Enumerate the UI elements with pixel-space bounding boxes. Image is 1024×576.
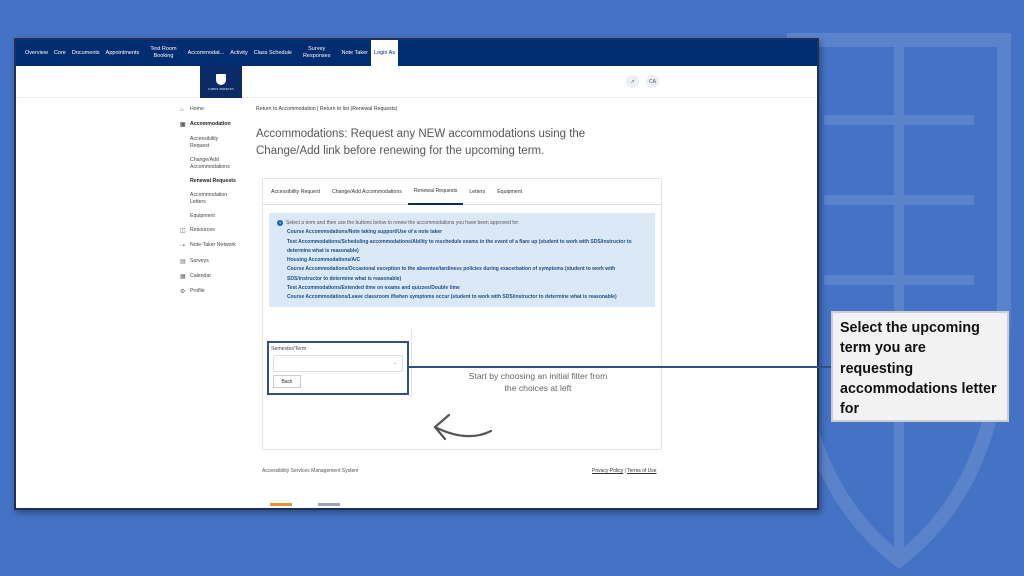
footer-links: Privacy Policy | Terms of Use bbox=[592, 468, 657, 474]
tab-bar: Accessibility Request Change/Add Accommo… bbox=[263, 179, 661, 205]
privacy-policy-link[interactable]: Privacy Policy bbox=[592, 468, 623, 474]
nav-class-schedule[interactable]: Class Schedule bbox=[251, 40, 295, 66]
browser-window: Overview Core Documents Appointments Tes… bbox=[14, 38, 819, 510]
breadcrumb[interactable]: Return to Accommodation | Return to list… bbox=[256, 106, 666, 112]
nav-documents[interactable]: Documents bbox=[69, 40, 103, 66]
renewal-card: Accessibility Request Change/Add Accommo… bbox=[262, 178, 662, 450]
callout-connector-line bbox=[407, 366, 831, 368]
network-icon: ⇢ bbox=[180, 243, 186, 250]
sidebar-item-accessibility-request[interactable]: Accessibility Request bbox=[180, 136, 260, 150]
semester-filter-highlight: Semester/Term ⌄ Back bbox=[267, 341, 409, 395]
info-lead-text: Select a term and then use the buttons b… bbox=[286, 220, 520, 226]
sidebar-label: Note-Taker Network bbox=[190, 242, 236, 249]
accommodation-item: Housing Accommodations/A/C bbox=[287, 257, 361, 263]
sidebar-label: Calendar bbox=[190, 272, 212, 279]
sidebar-label: Resources bbox=[190, 227, 215, 234]
chevron-down-icon: ⌄ bbox=[392, 360, 397, 366]
page-title: Accommodations: Request any NEW accommod… bbox=[256, 128, 586, 157]
sidebar-label: Change/Add Accommodations bbox=[190, 157, 230, 171]
calendar-icon: ▦ bbox=[180, 273, 186, 280]
nav-overview[interactable]: Overview bbox=[22, 40, 51, 66]
info-alert: i Select a term and then use the buttons … bbox=[269, 213, 655, 308]
accommodation-icon: ▣ bbox=[180, 122, 186, 129]
sidebar-item-accommodation[interactable]: ▣ Accommodation bbox=[180, 121, 260, 129]
nav-accommodation[interactable]: Accommodat... bbox=[185, 40, 228, 66]
filter-divider bbox=[411, 329, 412, 397]
taskbar-mark bbox=[318, 503, 340, 506]
hand-drawn-arrow-icon bbox=[433, 413, 493, 441]
semester-label: Semester/Term bbox=[271, 346, 307, 352]
filter-hint: Start by choosing an initial filter from… bbox=[468, 371, 608, 393]
tab-renewal-requests[interactable]: Renewal Requests bbox=[407, 179, 464, 205]
sidebar: ⌂ Home ▣ Accommodation Accessibility Reque… bbox=[180, 106, 260, 303]
sidebar-label: Accommodation bbox=[190, 121, 231, 128]
accommodation-item: Course Accommodations/Leave classroom if… bbox=[287, 294, 617, 300]
external-link-icon[interactable]: ↗ bbox=[626, 75, 639, 88]
top-navigation: Overview Core Documents Appointments Tes… bbox=[16, 40, 817, 66]
callout-box: Select the upcoming term you are request… bbox=[831, 311, 1009, 422]
sidebar-item-surveys[interactable]: ▤ Surveys bbox=[180, 258, 260, 266]
sidebar-item-accommodation-letters[interactable]: Accommodation Letters bbox=[180, 192, 260, 206]
resources-icon: ◫ bbox=[180, 228, 186, 235]
sidebar-item-calendar[interactable]: ▦ Calendar bbox=[180, 273, 260, 281]
nav-survey-responses[interactable]: Survey Responses bbox=[295, 40, 339, 66]
sidebar-item-renewal-requests[interactable]: Renewal Requests bbox=[180, 178, 260, 185]
crest-icon bbox=[216, 73, 226, 85]
sidebar-label: Home bbox=[190, 106, 204, 112]
home-icon: ⌂ bbox=[180, 107, 184, 113]
accommodation-item: Course Accommodations/Note taking suppor… bbox=[287, 229, 443, 236]
nav-core[interactable]: Core bbox=[51, 40, 69, 66]
tab-letters[interactable]: Letters bbox=[463, 180, 491, 204]
taskbar-mark bbox=[270, 503, 292, 506]
sidebar-label: Renewal Requests bbox=[190, 178, 236, 185]
sidebar-item-home[interactable]: ⌂ Home bbox=[180, 106, 260, 114]
accommodation-item: Course Accommodations/Occasional excepti… bbox=[287, 266, 616, 282]
tab-equipment[interactable]: Equipment bbox=[491, 180, 528, 204]
sidebar-label: Equipment bbox=[190, 213, 215, 220]
semester-select[interactable]: ⌄ bbox=[273, 355, 403, 372]
avatar[interactable]: CA bbox=[646, 75, 659, 88]
sidebar-label: Accommodation Letters bbox=[190, 192, 228, 206]
nav-login-as[interactable]: Login As bbox=[370, 40, 399, 66]
sidebar-label: Profile bbox=[190, 287, 205, 294]
sidebar-item-note-taker-network[interactable]: ⇢ Note-Taker Network bbox=[180, 242, 260, 250]
info-icon: i bbox=[277, 220, 283, 226]
back-button[interactable]: Back bbox=[273, 375, 301, 388]
sidebar-item-change-add[interactable]: Change/Add Accommodations bbox=[180, 157, 260, 171]
sidebar-label: Accessibility Request bbox=[190, 136, 219, 150]
sidebar-label: Surveys bbox=[190, 257, 209, 264]
tab-accessibility-request[interactable]: Accessibility Request bbox=[265, 180, 326, 204]
gear-icon: ⚙ bbox=[180, 288, 186, 295]
accommodation-item: Test Accommodations/Extended time on exa… bbox=[287, 284, 460, 291]
tab-change-add[interactable]: Change/Add Accommodations bbox=[326, 180, 408, 204]
accommodation-item: Test Accommodations/Scheduling accommoda… bbox=[287, 238, 632, 254]
nav-activity[interactable]: Activity bbox=[227, 40, 250, 66]
sidebar-item-equipment[interactable]: Equipment bbox=[180, 213, 260, 220]
main-content: Return to Accommodation | Return to list… bbox=[256, 106, 666, 450]
sidebar-item-resources[interactable]: ◫ Resources bbox=[180, 227, 260, 235]
sidebar-item-profile[interactable]: ⚙ Profile bbox=[180, 288, 260, 296]
university-logo[interactable]: JOHNS HOPKINS bbox=[200, 66, 242, 98]
surveys-icon: ▤ bbox=[180, 258, 186, 265]
page-header: JOHNS HOPKINS ↗ CA bbox=[16, 66, 817, 98]
info-lead: i Select a term and then use the buttons … bbox=[277, 219, 647, 228]
nav-test-room-booking[interactable]: Test Room Booking bbox=[142, 40, 184, 66]
nav-appointments[interactable]: Appointments bbox=[103, 40, 143, 66]
nav-note-taker[interactable]: Note Taker bbox=[338, 40, 371, 66]
logo-text: JOHNS HOPKINS bbox=[208, 86, 234, 91]
terms-of-use-link[interactable]: Terms of Use bbox=[627, 468, 656, 474]
footer-system-name: Accessibility Services Management System bbox=[262, 468, 359, 474]
